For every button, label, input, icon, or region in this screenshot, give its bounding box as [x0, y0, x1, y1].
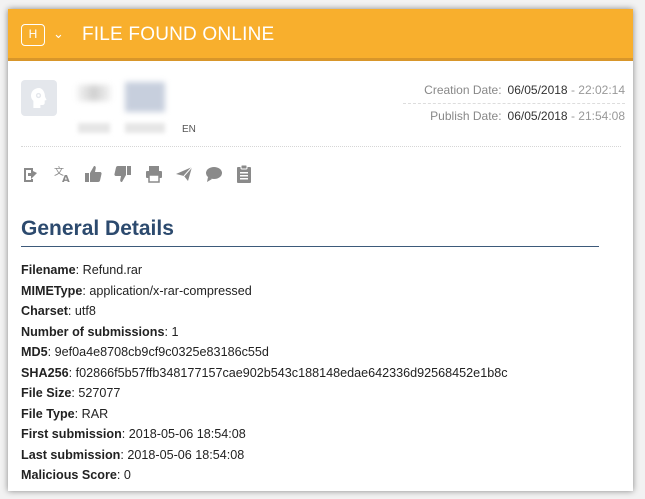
detail-key: Malicious Score	[21, 468, 117, 482]
detail-key: Last submission	[21, 447, 121, 462]
detail-row: Malicious Score: 0	[21, 465, 508, 486]
print-icon[interactable]	[144, 164, 164, 184]
translate-icon[interactable]: 文A	[53, 164, 73, 185]
detail-colon: :	[68, 365, 76, 380]
detail-value: application/x-rar-compressed	[89, 283, 252, 298]
thumbs-up-icon[interactable]	[83, 164, 103, 184]
redacted-label	[78, 123, 110, 133]
publish-date-row: Publish Date: 06/05/2018 - 21:54:08	[430, 109, 625, 123]
file-details-panel: H ⌄ FILE FOUND ONLINE EN Creation Date: 0…	[8, 9, 633, 491]
detail-row: MIMEType: application/x-rar-compressed	[21, 281, 508, 302]
detail-colon: :	[47, 345, 55, 359]
section-underline	[21, 246, 599, 247]
head-profile-icon	[31, 88, 47, 108]
publish-date-value: 06/05/2018	[507, 109, 568, 123]
detail-row: First submission: 2018-05-06 18:54:08	[21, 424, 508, 445]
detail-value: utf8	[74, 304, 96, 318]
detail-key: Number of submissions	[21, 324, 165, 339]
publish-time-value: - 21:54:08	[570, 109, 625, 123]
detail-value: 2018-05-06 18:54:08	[128, 427, 246, 441]
detail-value: 2018-05-06 18:54:08	[127, 447, 245, 462]
svg-text:A: A	[62, 174, 70, 184]
detail-value: 0	[123, 468, 131, 482]
creation-time-value: - 22:02:14	[570, 83, 625, 97]
export-icon[interactable]	[21, 164, 41, 184]
detail-key: Charset	[21, 304, 68, 318]
detail-value: 1	[171, 324, 179, 339]
detail-key: MD5	[21, 345, 48, 359]
detail-value: RAR	[81, 406, 109, 421]
detail-key: Filename	[21, 263, 76, 277]
clipboard-icon[interactable]	[234, 164, 254, 184]
avatar	[21, 80, 57, 116]
redacted-label	[125, 123, 165, 133]
detail-row: Charset: utf8	[21, 301, 508, 322]
divider	[21, 146, 621, 148]
creation-date-value: 06/05/2018	[507, 83, 568, 97]
header-bar: H ⌄ FILE FOUND ONLINE	[8, 9, 633, 61]
detail-key: MIMEType	[21, 283, 83, 298]
detail-key: File Type	[21, 406, 75, 421]
detail-value: Refund.rar	[82, 263, 143, 277]
creation-date-label: Creation Date:	[424, 83, 502, 97]
creation-date-row: Creation Date: 06/05/2018 - 22:02:14	[424, 83, 625, 97]
source-logo-button[interactable]: H	[21, 24, 45, 46]
language-label: EN	[182, 124, 196, 135]
chevron-down-icon[interactable]: ⌄	[53, 26, 64, 42]
detail-row: Last submission: 2018-05-06 18:54:08	[21, 445, 508, 466]
detail-row: File Size: 527077	[21, 383, 508, 404]
redacted-source-image	[125, 82, 165, 112]
detail-value: 9ef0a4e8708cb9cf9c0325e83186c55d	[54, 345, 269, 359]
detail-colon: :	[116, 468, 124, 482]
details-list: Filename: Refund.rar MIMEType: applicati…	[21, 260, 508, 486]
detail-row: Filename: Refund.rar	[21, 260, 508, 281]
detail-row: SHA256: f02866f5b57ffb348177157cae902b54…	[21, 363, 508, 384]
comment-icon[interactable]	[204, 164, 224, 184]
detail-row: MD5: 9ef0a4e8708cb9cf9c0325e83186c55d	[21, 342, 508, 363]
section-title: General Details	[21, 217, 174, 240]
detail-key: File Size	[21, 386, 72, 400]
detail-colon: :	[121, 427, 129, 441]
header-title: FILE FOUND ONLINE	[82, 24, 275, 45]
detail-row: Number of submissions: 1	[21, 322, 508, 343]
send-icon[interactable]	[174, 164, 194, 184]
detail-colon: :	[75, 263, 83, 277]
publish-date-label: Publish Date:	[430, 109, 502, 123]
detail-colon: :	[67, 304, 75, 318]
thumbs-down-icon[interactable]	[113, 164, 133, 184]
detail-row: File Type: RAR	[21, 404, 508, 425]
redacted-author-name	[77, 85, 111, 101]
detail-key: SHA256	[21, 365, 69, 380]
detail-value: 527077	[78, 386, 121, 400]
detail-key: First submission	[21, 427, 122, 441]
detail-value: f02866f5b57ffb348177157cae902b543c188148…	[75, 365, 508, 380]
date-divider	[403, 103, 625, 105]
detail-colon: :	[74, 406, 82, 421]
